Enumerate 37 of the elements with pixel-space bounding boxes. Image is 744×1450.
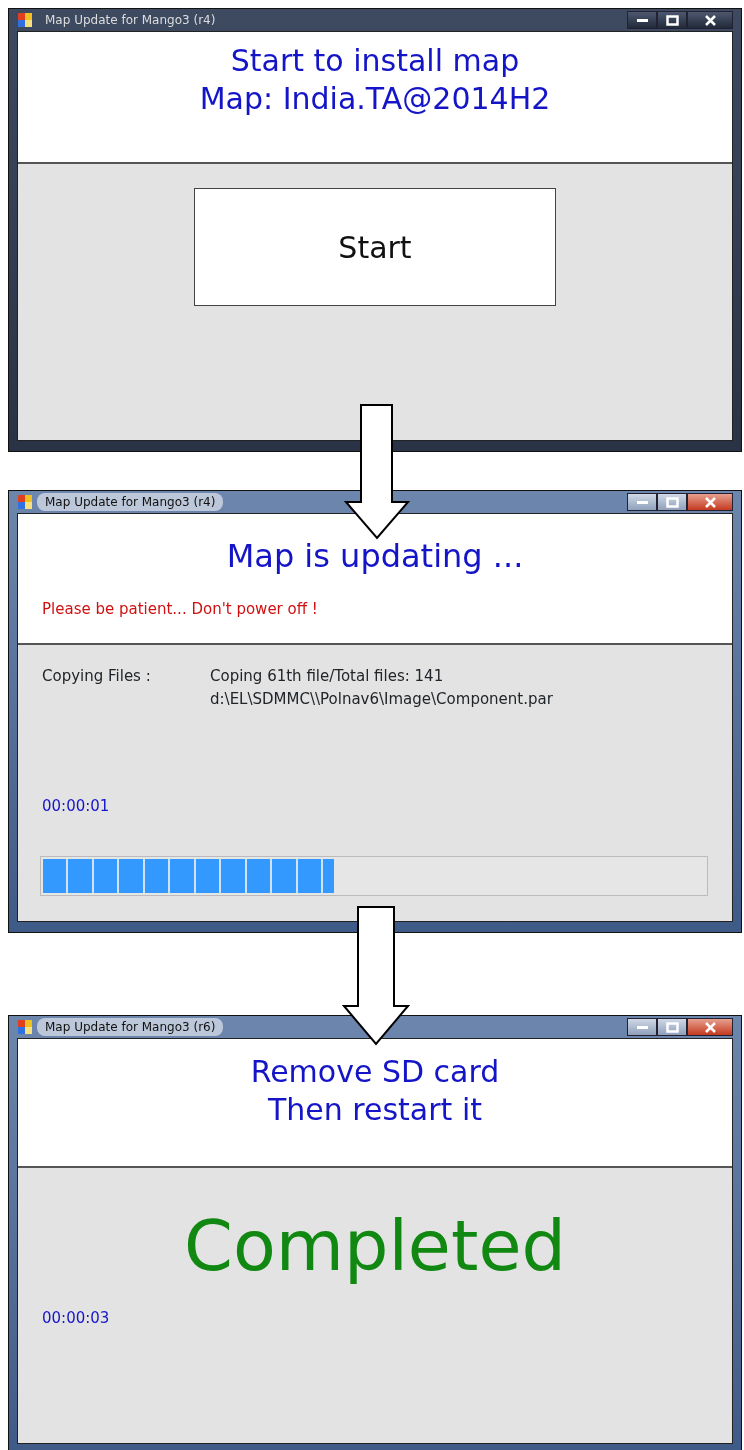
window-title: Map Update for Mango3 (r4) bbox=[37, 493, 224, 511]
maximize-icon bbox=[665, 496, 679, 508]
close-button[interactable] bbox=[687, 493, 733, 511]
heading-text: Map is updating ... bbox=[225, 536, 525, 577]
close-button[interactable] bbox=[687, 1018, 733, 1036]
status-text: Coping 61th file/Total files: 141 bbox=[210, 666, 445, 687]
status-label: Copying Files : bbox=[42, 666, 152, 687]
elapsed-time: 00:00:01 bbox=[42, 796, 110, 817]
header-text: Start to install map bbox=[229, 42, 521, 80]
minimize-icon bbox=[636, 18, 648, 22]
minimize-button[interactable] bbox=[627, 493, 657, 511]
header-text: Then restart it bbox=[267, 1091, 483, 1129]
close-button[interactable] bbox=[687, 11, 733, 29]
header-text: Remove SD card bbox=[249, 1053, 501, 1091]
minimize-icon bbox=[636, 500, 648, 504]
maximize-icon bbox=[665, 1021, 679, 1033]
warning-text: Please be patient... Don't power off ! bbox=[42, 599, 319, 620]
maximize-button[interactable] bbox=[657, 493, 687, 511]
close-icon bbox=[703, 1021, 717, 1033]
window-title: Map Update for Mango3 (r4) bbox=[44, 12, 217, 29]
maximize-icon bbox=[665, 14, 679, 26]
window-title: Map Update for Mango3 (r6) bbox=[37, 1018, 224, 1036]
app-icon bbox=[17, 12, 33, 28]
maximize-button[interactable] bbox=[657, 1018, 687, 1036]
status-text: d:\EL\SDMMC\\Polnav6\Image\Component.par bbox=[210, 689, 553, 710]
minimize-button[interactable] bbox=[627, 11, 657, 29]
header-text: Map: India.TA@2014H2 bbox=[198, 80, 552, 118]
maximize-button[interactable] bbox=[657, 11, 687, 29]
elapsed-time: 00:00:03 bbox=[42, 1308, 110, 1329]
app-icon bbox=[17, 1019, 33, 1035]
app-icon bbox=[17, 494, 33, 510]
close-icon bbox=[703, 496, 717, 508]
minimize-button[interactable] bbox=[627, 1018, 657, 1036]
close-icon bbox=[703, 14, 717, 26]
start-button[interactable]: Start bbox=[194, 188, 556, 306]
completed-text: Completed bbox=[184, 1208, 566, 1285]
minimize-icon bbox=[636, 1025, 648, 1029]
